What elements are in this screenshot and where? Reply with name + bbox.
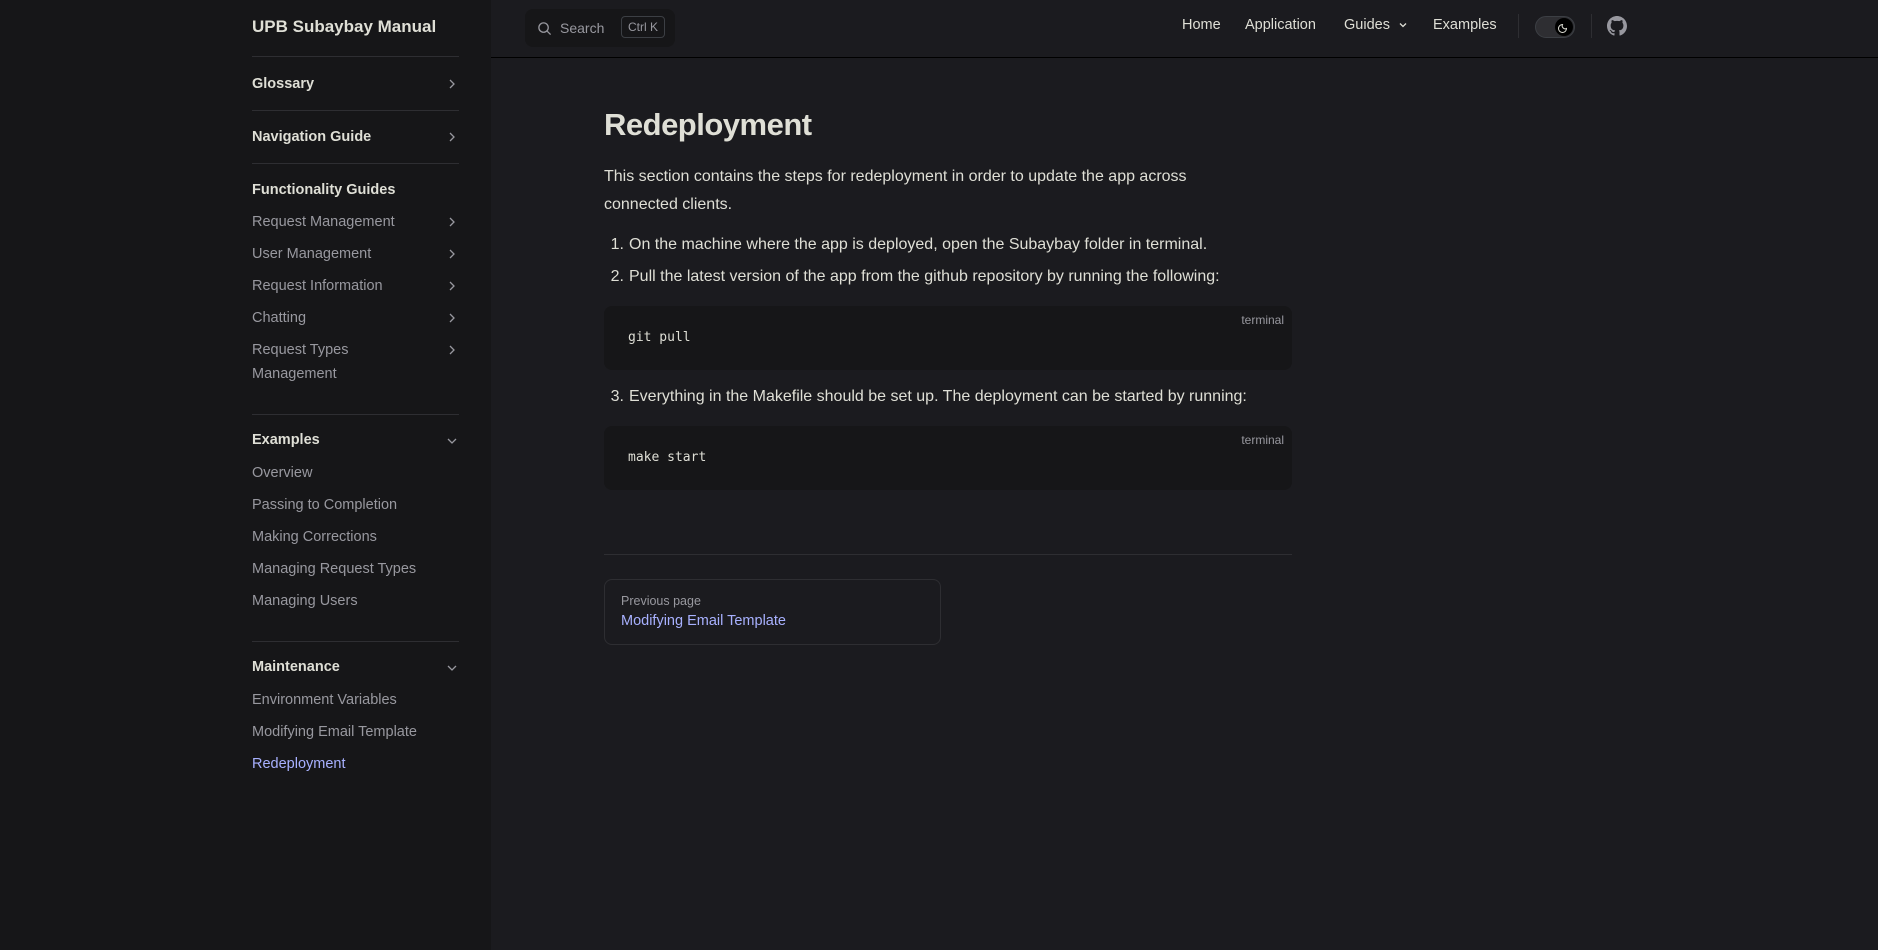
sidebar-divider — [252, 56, 459, 57]
sidebar-divider — [252, 163, 459, 164]
chevron-down-icon[interactable] — [1398, 20, 1408, 30]
chevron-down-icon[interactable] — [446, 662, 458, 674]
code-text[interactable]: git pull — [628, 330, 691, 345]
chevron-right-icon[interactable] — [446, 312, 458, 324]
step-2: 2. Pull the latest version of the app fro… — [610, 268, 1220, 285]
chevron-right-icon[interactable] — [446, 248, 458, 260]
sidebar-item-redeployment[interactable]: Redeployment — [252, 752, 442, 776]
sidebar: UPB Subaybay Manual Glossary Navigation … — [252, 0, 459, 950]
github-icon[interactable] — [1607, 16, 1627, 36]
intro-paragraph: This section contains the steps for rede… — [604, 168, 1187, 213]
sidebar-divider — [252, 110, 459, 111]
chevron-down-icon[interactable] — [446, 435, 458, 447]
sidebar-item-environment-variables[interactable]: Environment Variables — [252, 688, 442, 712]
sidebar-item-navigation-guide[interactable]: Navigation Guide — [252, 129, 371, 145]
code-block: terminal git pull — [604, 306, 1292, 370]
sidebar-item-request-types-management[interactable]: Request Types Management — [252, 338, 372, 386]
sidebar-item-user-management[interactable]: User Management — [252, 242, 442, 266]
sidebar-divider — [252, 414, 459, 415]
theme-toggle[interactable] — [1535, 16, 1575, 38]
step-1-text: On the machine where the app is deployed… — [629, 236, 1208, 253]
search-label: Search — [560, 20, 605, 36]
sidebar-item-managing-request-types[interactable]: Managing Request Types — [252, 557, 442, 581]
sidebar-divider — [252, 641, 459, 642]
sidebar-item-request-management[interactable]: Request Management — [252, 210, 442, 234]
search-shortcut: Ctrl K — [621, 16, 665, 38]
chevron-right-icon[interactable] — [446, 78, 458, 90]
step-3: 3. Everything in the Makefile should be s… — [610, 388, 1247, 405]
sidebar-item-request-information[interactable]: Request Information — [252, 274, 442, 298]
nav-home[interactable]: Home — [1182, 17, 1221, 33]
chevron-right-icon[interactable] — [446, 280, 458, 292]
nav-application[interactable]: Application — [1245, 17, 1316, 33]
nav-guides[interactable]: Guides — [1344, 17, 1390, 33]
site-title[interactable]: UPB Subaybay Manual — [252, 17, 436, 37]
moon-icon — [1558, 23, 1568, 33]
previous-page-desc: Previous page — [621, 594, 701, 608]
step-2-text: Pull the latest version of the app from … — [629, 268, 1220, 285]
previous-page-link[interactable]: Previous page Modifying Email Template — [604, 579, 941, 645]
nav-separator — [1518, 14, 1519, 38]
sidebar-item-passing-to-completion[interactable]: Passing to Completion — [252, 493, 442, 517]
sidebar-item-modifying-email-template[interactable]: Modifying Email Template — [252, 720, 442, 744]
code-lang-label: terminal — [1241, 313, 1284, 327]
top-navbar: Search Ctrl K Home Application Guides Ex… — [491, 0, 1878, 58]
step-1: 1. On the machine where the app is deploy… — [610, 236, 1208, 253]
chevron-right-icon[interactable] — [446, 131, 458, 143]
sidebar-item-managing-users[interactable]: Managing Users — [252, 589, 442, 613]
code-text[interactable]: make start — [628, 450, 706, 465]
nav-separator — [1591, 14, 1592, 38]
step-3-text: Everything in the Makefile should be set… — [629, 388, 1247, 405]
sidebar-item-overview[interactable]: Overview — [252, 461, 442, 485]
theme-toggle-knob — [1555, 18, 1573, 36]
sidebar-group-examples[interactable]: Examples — [252, 432, 320, 448]
content-divider — [604, 554, 1292, 555]
nav-examples[interactable]: Examples — [1433, 17, 1497, 33]
sidebar-group-maintenance[interactable]: Maintenance — [252, 659, 340, 675]
chevron-right-icon[interactable] — [446, 344, 458, 356]
page-title: Redeployment — [604, 107, 812, 142]
sidebar-item-chatting[interactable]: Chatting — [252, 306, 442, 330]
sidebar-item-making-corrections[interactable]: Making Corrections — [252, 525, 442, 549]
code-lang-label: terminal — [1241, 433, 1284, 447]
chevron-right-icon[interactable] — [446, 216, 458, 228]
sidebar-group-functionality: Functionality Guides — [252, 182, 396, 198]
code-block: terminal make start — [604, 426, 1292, 490]
sidebar-item-glossary[interactable]: Glossary — [252, 76, 314, 92]
search-icon — [538, 22, 552, 36]
search-button[interactable]: Search Ctrl K — [525, 9, 675, 47]
previous-page-title: Modifying Email Template — [621, 613, 786, 629]
